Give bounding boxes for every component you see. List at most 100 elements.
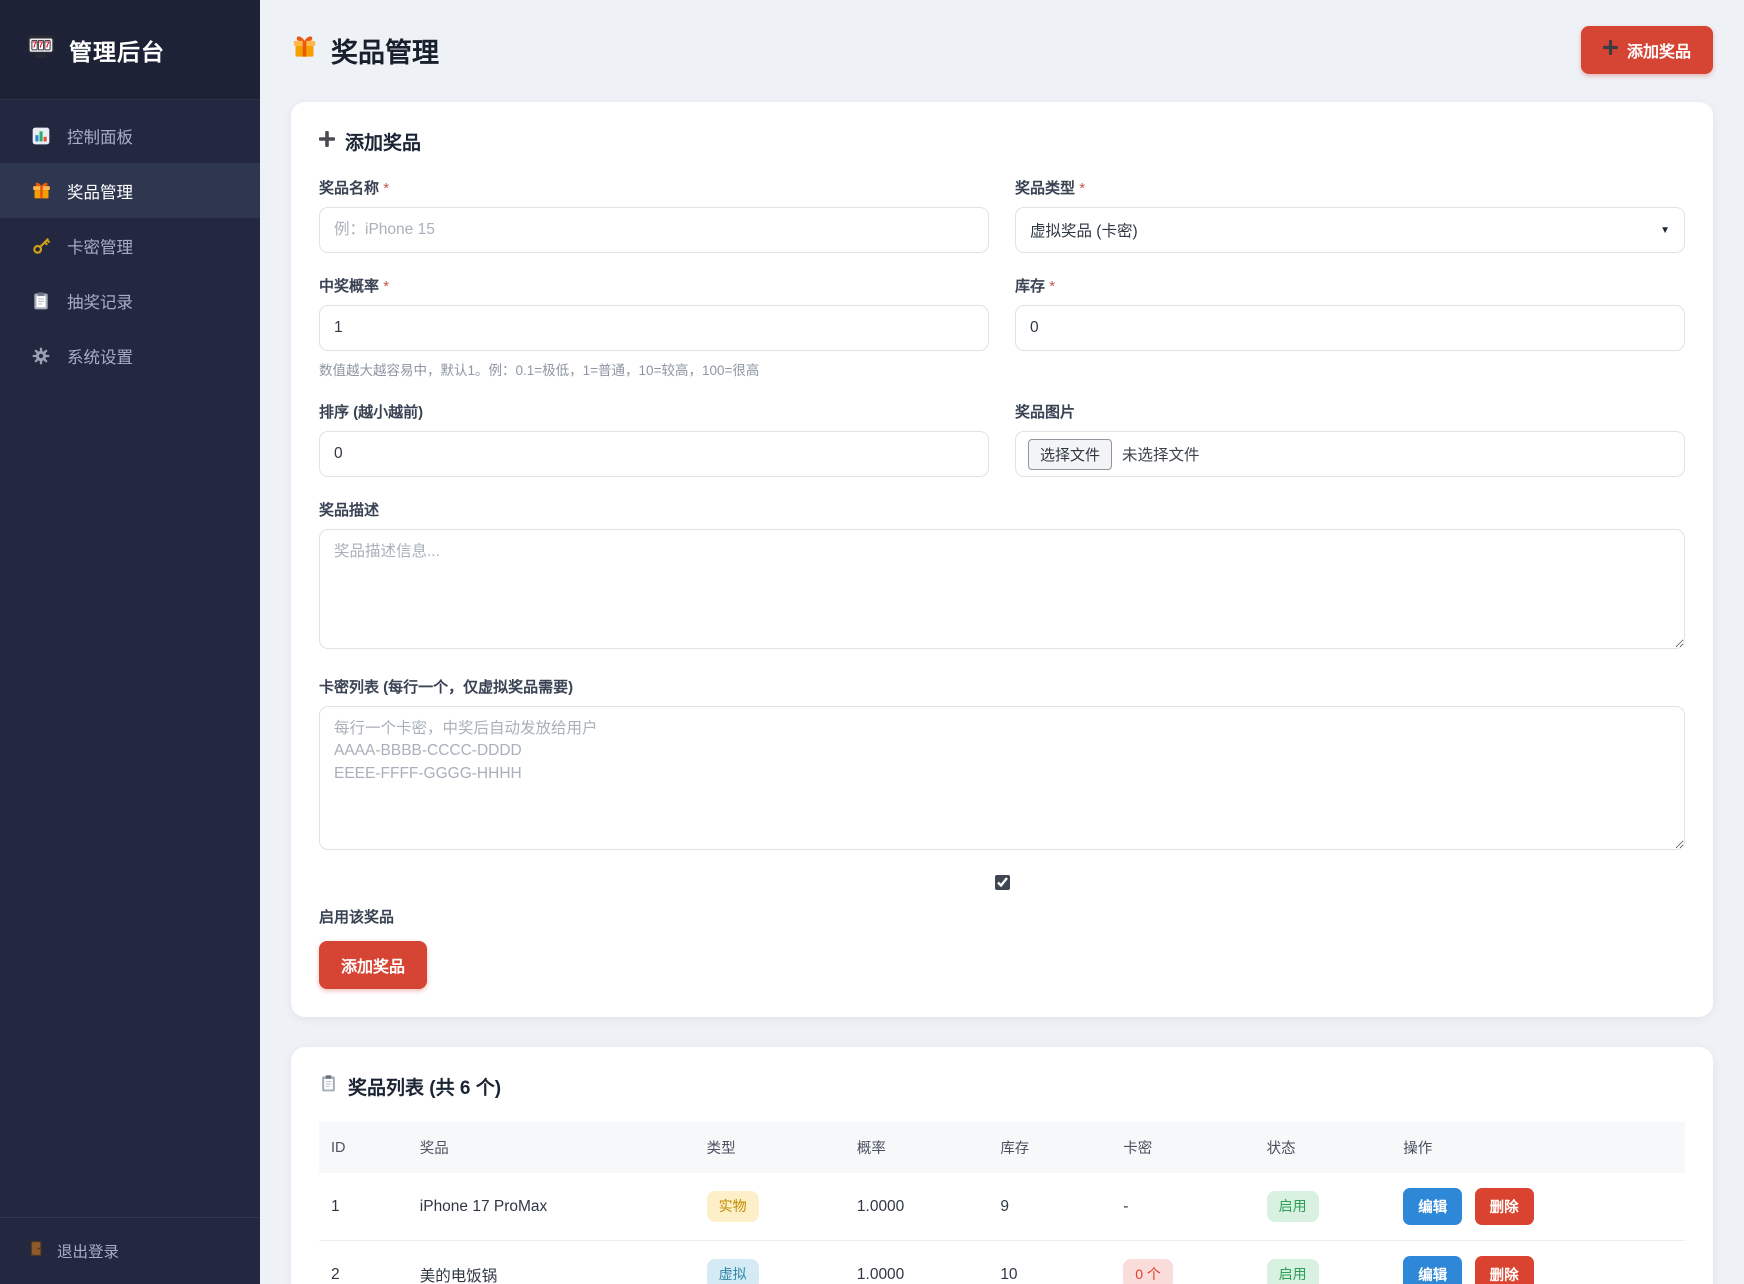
cell-id: 2 <box>319 1240 408 1284</box>
col-stock: 库存 <box>988 1122 1112 1173</box>
gift-icon <box>291 33 318 67</box>
type-badge: 实物 <box>706 1191 759 1222</box>
sort-input[interactable] <box>319 431 989 477</box>
add-prize-header-label: 添加奖品 <box>1626 44 1691 61</box>
description-label: 奖品描述 <box>319 502 380 519</box>
prize-type-select[interactable]: 虚拟奖品 (卡密) ▼ <box>1015 207 1685 253</box>
prize-list-title: 奖品列表 (共 6 个) <box>319 1073 1685 1100</box>
cell-stock: 10 <box>988 1240 1112 1284</box>
clipboard-icon <box>319 1074 338 1099</box>
col-actions: 操作 <box>1391 1122 1685 1173</box>
edit-button[interactable]: 编辑 <box>1403 1188 1463 1225</box>
prize-name-input[interactable] <box>319 207 989 253</box>
probability-hint: 数值越大越容易中，默认1。例：0.1=极低，1=普通，10=较高，100=很高 <box>319 363 760 378</box>
page-header: 奖品管理 添加奖品 <box>291 26 1713 74</box>
col-id: ID <box>319 1122 408 1173</box>
stock-field: 库存 * <box>1015 275 1685 379</box>
cell-codes: - <box>1123 1197 1129 1215</box>
cell-probability: 1.0000 <box>856 1197 905 1215</box>
enable-prize-label: 启用该奖品 <box>319 909 395 926</box>
prize-image-file-input[interactable]: 选择文件 未选择文件 <box>1015 431 1685 477</box>
add-prize-card-title: 添加奖品 <box>318 128 1685 155</box>
add-prize-card: 添加奖品 奖品名称 * 奖品类型 * 虚拟奖品 (卡密) ▼ 中奖概率 * 数值… <box>291 102 1713 1017</box>
prize-type-label: 奖品类型 * <box>1015 180 1086 197</box>
plus-icon <box>318 130 336 153</box>
chevron-down-icon: ▼ <box>1660 224 1670 236</box>
col-status: 状态 <box>1254 1122 1392 1173</box>
app-title: 管理后台 <box>69 38 165 65</box>
probability-input[interactable] <box>319 305 989 351</box>
description-field: 奖品描述 <box>319 499 1685 654</box>
sort-field: 排序 (越小越前) <box>319 401 989 477</box>
page-title-text: 奖品管理 <box>331 37 439 68</box>
gear-icon <box>30 346 52 366</box>
probability-label: 中奖概率 * <box>319 278 390 295</box>
cell-id: 1 <box>331 1197 340 1215</box>
prize-list-card: 奖品列表 (共 6 个) ID 奖品 类型 概率 库存 卡密 状态 操作 1 i… <box>291 1047 1713 1284</box>
status-badge: 启用 <box>1266 1191 1319 1222</box>
sidebar-item-label: 系统设置 <box>67 348 133 367</box>
cell-prize-name: iPhone 17 ProMax <box>419 1197 548 1215</box>
required-asterisk: * <box>1079 180 1086 197</box>
slot-machine-icon: 7 7 7 <box>26 32 56 67</box>
codes-label: 卡密列表 (每行一个，仅虚拟奖品需要) <box>319 679 574 696</box>
stock-label: 库存 * <box>1015 278 1056 295</box>
cell-prize-name: 美的电饭锅 <box>407 1240 695 1284</box>
edit-button[interactable]: 编辑 <box>1403 1256 1463 1284</box>
sidebar-item-dashboard[interactable]: 控制面板 <box>0 108 260 163</box>
sidebar-item-label: 卡密管理 <box>67 238 133 257</box>
sort-label: 排序 (越小越前) <box>319 404 424 421</box>
app-logo: 7 7 7 管理后台 <box>0 0 260 100</box>
prize-image-field: 奖品图片 选择文件 未选择文件 <box>1015 401 1685 477</box>
logout-button[interactable]: 退出登录 <box>0 1217 260 1284</box>
sidebar-nav: 控制面板 奖品管理 卡密管理 抽奖记录 系统设置 <box>0 100 260 1217</box>
sidebar-item-codes[interactable]: 卡密管理 <box>0 218 260 273</box>
door-icon <box>28 1240 45 1262</box>
table-row: 2 美的电饭锅 虚拟 1.0000 10 0 个 启用 编辑 删除 <box>319 1240 1685 1284</box>
sidebar-item-label: 抽奖记录 <box>67 293 133 312</box>
required-asterisk: * <box>383 180 390 197</box>
table-row: 1 iPhone 17 ProMax 实物 1.0000 9 - 启用 编辑 删… <box>319 1173 1685 1241</box>
gift-icon <box>30 180 52 201</box>
plus-icon <box>1602 39 1619 60</box>
prize-name-field: 奖品名称 * <box>319 177 989 253</box>
required-asterisk: * <box>383 278 390 295</box>
col-prize: 奖品 <box>407 1122 695 1173</box>
enable-checkbox-row <box>319 875 1685 890</box>
svg-text:7: 7 <box>32 41 37 50</box>
bar-chart-icon <box>30 126 52 146</box>
sidebar-item-prizes[interactable]: 奖品管理 <box>0 163 260 218</box>
col-type: 类型 <box>694 1122 845 1173</box>
no-file-text: 未选择文件 <box>1122 447 1200 464</box>
clipboard-icon <box>30 291 52 311</box>
codes-textarea[interactable] <box>319 706 1685 850</box>
sidebar-item-settings[interactable]: 系统设置 <box>0 328 260 383</box>
col-codes: 卡密 <box>1111 1122 1255 1173</box>
svg-text:7: 7 <box>45 41 50 50</box>
add-prize-submit-button[interactable]: 添加奖品 <box>319 941 428 989</box>
description-textarea[interactable] <box>319 529 1685 649</box>
prize-type-selected-value: 虚拟奖品 (卡密) <box>1030 223 1138 240</box>
sidebar-item-label: 奖品管理 <box>67 183 133 202</box>
key-icon <box>30 236 52 256</box>
required-asterisk: * <box>1049 278 1056 295</box>
sidebar-item-records[interactable]: 抽奖记录 <box>0 273 260 328</box>
prize-image-label: 奖品图片 <box>1015 404 1076 421</box>
delete-button[interactable]: 删除 <box>1474 1256 1534 1284</box>
prize-table: ID 奖品 类型 概率 库存 卡密 状态 操作 1 iPhone 17 ProM… <box>319 1122 1685 1284</box>
stock-input[interactable] <box>1015 305 1685 351</box>
codes-badge: 0 个 <box>1123 1259 1173 1284</box>
cell-stock: 9 <box>1000 1197 1009 1215</box>
prize-form-grid: 奖品名称 * 奖品类型 * 虚拟奖品 (卡密) ▼ 中奖概率 * 数值越大越容易… <box>319 177 1685 477</box>
add-prize-header-button[interactable]: 添加奖品 <box>1580 26 1713 74</box>
choose-file-button[interactable]: 选择文件 <box>1028 438 1113 470</box>
enable-prize-checkbox[interactable] <box>994 875 1010 890</box>
prize-list-title-text: 奖品列表 (共 6 个) <box>348 1078 502 1099</box>
main-content: 奖品管理 添加奖品 添加奖品 奖品名称 * 奖品类型 * 虚拟奖品 ( <box>260 0 1744 1284</box>
delete-button[interactable]: 删除 <box>1474 1188 1534 1225</box>
table-header-row: ID 奖品 类型 概率 库存 卡密 状态 操作 <box>319 1122 1685 1173</box>
col-probability: 概率 <box>844 1122 989 1173</box>
type-badge: 虚拟 <box>706 1259 759 1284</box>
cell-probability: 1.0000 <box>844 1240 989 1284</box>
svg-text:7: 7 <box>39 41 44 50</box>
